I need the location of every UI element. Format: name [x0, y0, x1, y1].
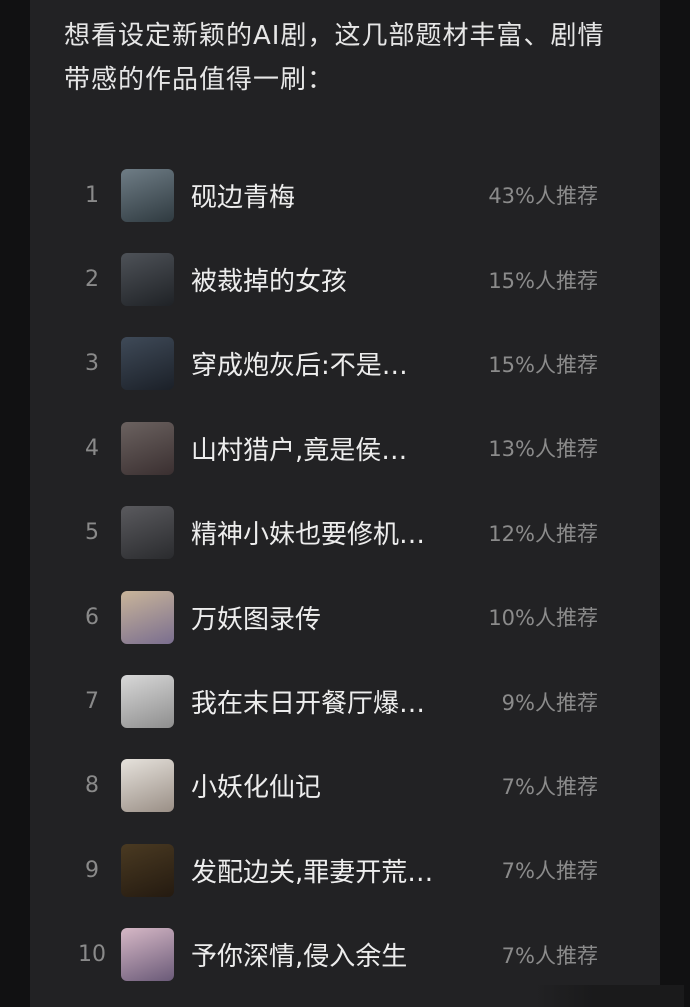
list-item[interactable]: 5 精神小妹也要修机… 12%人推荐 [0, 491, 690, 575]
recommend-percent: 7%人推荐 [501, 859, 598, 884]
list-item[interactable]: 4 山村猎户,竟是侯… 13%人推荐 [0, 406, 690, 490]
poster-thumbnail[interactable] [121, 168, 174, 222]
recommend-percent: 43%人推荐 [488, 184, 598, 209]
show-title[interactable]: 被裁掉的女孩 [191, 261, 471, 298]
recommend-percent: 13%人推荐 [488, 437, 598, 462]
recommend-percent: 9%人推荐 [501, 690, 598, 715]
rank-number: 10 [78, 942, 106, 968]
recommend-percent: 15%人推荐 [488, 352, 598, 377]
rank-number: 2 [85, 267, 99, 293]
list-item[interactable]: 8 小妖化仙记 7%人推荐 [0, 744, 690, 828]
recommend-percent: 7%人推荐 [501, 943, 598, 968]
poster-thumbnail[interactable] [121, 843, 174, 897]
rank-number: 5 [85, 520, 99, 546]
rank-number: 6 [85, 604, 99, 630]
poster-thumbnail[interactable] [121, 928, 174, 982]
poster-thumbnail[interactable] [121, 590, 174, 644]
show-title[interactable]: 予你深情,侵入余生 [191, 936, 471, 973]
poster-thumbnail[interactable] [121, 759, 174, 813]
show-title[interactable]: 山村猎户,竟是侯… [191, 430, 471, 467]
show-title[interactable]: 万妖图录传 [191, 599, 471, 636]
poster-thumbnail[interactable] [121, 506, 174, 560]
list-item[interactable]: 6 万妖图录传 10%人推荐 [0, 575, 690, 659]
recommend-percent: 10%人推荐 [488, 606, 598, 631]
list-item[interactable]: 2 被裁掉的女孩 15%人推荐 [0, 237, 690, 321]
show-title[interactable]: 我在末日开餐厅爆… [191, 683, 471, 720]
show-title[interactable]: 穿成炮灰后:不是… [191, 345, 471, 382]
poster-thumbnail[interactable] [121, 421, 174, 475]
poster-thumbnail[interactable] [121, 337, 174, 391]
rank-number: 7 [85, 689, 99, 715]
rank-number: 3 [85, 351, 99, 377]
show-title[interactable]: 精神小妹也要修机… [191, 514, 471, 551]
watermark-overlay [534, 985, 684, 1007]
list-item[interactable]: 9 发配边关,罪妻开荒… 7%人推荐 [0, 828, 690, 912]
rank-number: 9 [85, 857, 99, 883]
list-item[interactable]: 7 我在末日开餐厅爆… 9%人推荐 [0, 659, 690, 743]
recommend-percent: 7%人推荐 [501, 774, 598, 799]
recommend-percent: 15%人推荐 [488, 268, 598, 293]
list-item[interactable]: 3 穿成炮灰后:不是… 15%人推荐 [0, 322, 690, 406]
show-title[interactable]: 砚边青梅 [191, 177, 471, 214]
rank-number: 1 [85, 182, 99, 208]
list-item[interactable]: 1 砚边青梅 43%人推荐 [0, 153, 690, 237]
poster-thumbnail[interactable] [121, 675, 174, 729]
poster-thumbnail[interactable] [121, 253, 174, 307]
show-title[interactable]: 发配边关,罪妻开荒… [191, 852, 471, 889]
rank-number: 4 [85, 435, 99, 461]
recommend-percent: 12%人推荐 [488, 521, 598, 546]
rank-number: 8 [85, 773, 99, 799]
show-title[interactable]: 小妖化仙记 [191, 767, 471, 804]
ranking-list: 1 砚边青梅 43%人推荐 2 被裁掉的女孩 15%人推荐 3 穿成炮灰后:不是… 15%人推荐… [0, 153, 690, 997]
intro-text: 想看设定新颖的AI剧，这几部题材丰富、剧情带感的作品值得一刷： [64, 21, 605, 95]
